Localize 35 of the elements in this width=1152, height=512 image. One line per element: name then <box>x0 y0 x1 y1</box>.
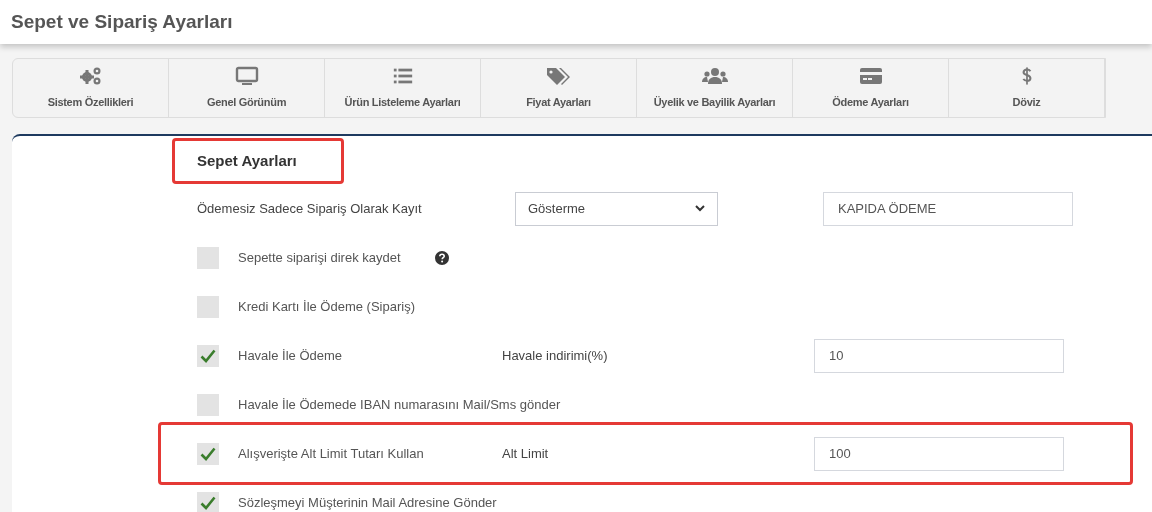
chevron-down-icon <box>695 205 705 212</box>
checkbox-label: Havale İle Ödemede IBAN numarasını Mail/Sms gönder <box>238 395 561 414</box>
input-field[interactable]: 10 <box>814 338 1064 373</box>
checkbox[interactable] <box>197 491 219 512</box>
field-label: Havale indirimi(%) <box>502 346 609 365</box>
dollar-icon <box>1020 65 1033 86</box>
settings-tab[interactable]: Ürün Listeleme Ayarları <box>325 59 481 117</box>
credit-card-icon <box>858 65 883 86</box>
checkbox[interactable] <box>197 442 219 465</box>
checkbox-label: Alışverişte Alt Limit Tutarı Kullan <box>238 444 425 463</box>
checkbox[interactable] <box>197 246 219 269</box>
input-field[interactable]: KAPIDA ÖDEME <box>823 191 1073 226</box>
field-label: Alt Limit <box>502 444 550 463</box>
users-icon <box>701 65 728 86</box>
settings-tab[interactable]: Fiyat Ayarları <box>481 59 637 117</box>
settings-tab[interactable]: Döviz <box>949 59 1105 117</box>
checkbox-label: Sepette siparişi direk kaydet <box>238 248 401 267</box>
settings-tab[interactable]: Genel Görünüm <box>169 59 325 117</box>
checkbox[interactable] <box>197 393 219 416</box>
tags-icon <box>545 65 572 86</box>
checkbox-label: Sözleşmeyi Müşterinin Mail Adresine Gönder <box>238 493 497 512</box>
input-field[interactable]: 100 <box>814 436 1064 471</box>
settings-tab[interactable]: Ödeme Ayarları <box>793 59 949 117</box>
setting-label: Ödemesiz Sadece Sipariş Olarak Kayıt <box>197 199 423 218</box>
checkbox-label: Havale İle Ödeme <box>238 346 344 365</box>
dropdown[interactable]: Gösterme <box>515 191 718 226</box>
checkbox[interactable] <box>197 344 219 367</box>
checkbox-label: Kredi Kartı İle Ödeme (Sipariş) <box>238 297 415 316</box>
gears-icon <box>78 65 103 86</box>
settings-tab[interactable]: Sistem Özellikleri <box>13 59 169 117</box>
checkbox[interactable] <box>197 295 219 318</box>
monitor-icon <box>234 65 259 86</box>
page-title: Sepet ve Sipariş Ayarları <box>11 9 233 34</box>
section-heading: Sepet Ayarları <box>197 150 297 171</box>
settings-tab[interactable]: Üyelik ve Bayilik Ayarları <box>637 59 793 117</box>
